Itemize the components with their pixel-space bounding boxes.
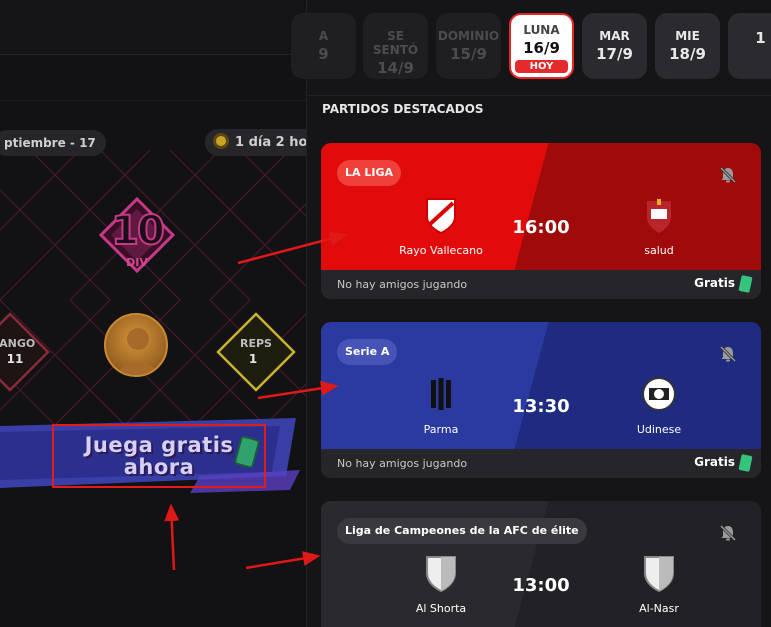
date-day: A <box>318 29 329 43</box>
play-free-line2: ahora <box>123 455 195 479</box>
date-day: SE SENTÓ <box>372 29 419 57</box>
kickoff-time: 13:00 <box>512 575 570 596</box>
date-tab-3[interactable]: LUNA 16/9 HOY <box>509 13 574 79</box>
matches-panel: A 9 SE SENTÓ 14/9 DOMINIO 15/9 LUNA 16/9 HOY MAR 1… <box>291 0 771 627</box>
play-free-line1: Juega gratis <box>84 433 234 457</box>
kickoff-time: 16:00 <box>512 217 570 238</box>
date-day: DOMINIO <box>437 29 500 43</box>
price-label: Gratis <box>694 276 735 290</box>
price-label: Gratis <box>694 455 735 469</box>
timer-text: 1 día 2 hor <box>235 135 306 150</box>
date-tab-1[interactable]: SE SENTÓ 14/9 <box>363 13 428 79</box>
rank-value: 11 <box>6 352 24 366</box>
app-root: ptiembre - 17 1 día 2 hor 10 DIV RANGO 1… <box>0 0 771 627</box>
home-team-name: Al Shorta <box>415 602 467 615</box>
away-team: Udinese <box>599 374 719 436</box>
profile-panel: ptiembre - 17 1 día 2 hor 10 DIV RANGO 1… <box>0 0 306 627</box>
home-team: Parma <box>381 374 501 436</box>
home-team-crest-icon <box>421 378 461 423</box>
away-team-name: Udinese <box>636 423 682 436</box>
home-team: Rayo Vallecano <box>381 195 501 257</box>
league-badge: LA LIGA <box>337 160 401 186</box>
league-badge: Liga de Campeones de la AFC de élite <box>337 518 587 544</box>
date-value: 1 <box>755 29 766 47</box>
match-card[interactable]: Serie A Parma 13:30 Udinese No hay amigos ju… <box>321 322 761 478</box>
home-team-name: Parma <box>423 423 459 436</box>
play-free-button[interactable]: Juega gratis ahora <box>52 424 266 488</box>
away-team-crest-icon <box>639 377 679 423</box>
date-tab-6[interactable]: 1 <box>728 13 771 79</box>
date-value: 15/9 <box>450 45 487 63</box>
ticket-icon <box>738 275 753 293</box>
reps-value: 1 <box>248 352 258 366</box>
today-badge: HOY <box>515 60 568 73</box>
ticket-icon <box>738 454 753 472</box>
friends-status: No hay amigos jugando <box>337 457 468 470</box>
clock-icon <box>213 133 229 149</box>
section-title: PARTIDOS DESTACADOS <box>322 102 484 116</box>
date-value: 18/9 <box>669 45 706 63</box>
division-number: 10 <box>110 207 166 255</box>
league-badge: Serie A <box>337 339 398 365</box>
match-card-header: LA LIGA Rayo Vallecano 16:00 salud <box>321 143 761 270</box>
date-value: 16/9 <box>523 39 560 57</box>
division-label: DIV <box>126 256 148 269</box>
season-timer: 1 día 2 hor <box>205 129 306 156</box>
home-team-name: Rayo Vallecano <box>399 244 483 257</box>
home-team-crest-icon <box>421 198 461 244</box>
friends-status: No hay amigos jugando <box>337 278 468 291</box>
date-value: 17/9 <box>596 45 633 63</box>
reps-label: REPS <box>240 337 272 350</box>
match-card-header: Liga de Campeones de la AFC de élite Al S… <box>321 501 761 627</box>
avatar[interactable] <box>104 313 168 377</box>
date-day: MIE <box>675 29 700 43</box>
date-tab-5[interactable]: MIE 18/9 <box>655 13 720 79</box>
away-team-crest-icon <box>639 556 679 602</box>
date-day: MAR <box>599 29 630 43</box>
match-card[interactable]: Liga de Campeones de la AFC de élite Al S… <box>321 501 761 627</box>
home-team: Al Shorta <box>381 553 501 615</box>
date-tab-2[interactable]: DOMINIO 15/9 <box>436 13 501 79</box>
away-team-name: Al-Nasr <box>639 602 679 615</box>
away-team: Al-Nasr <box>599 553 719 615</box>
away-team-crest-icon <box>639 199 679 244</box>
kickoff-time: 13:30 <box>512 396 570 417</box>
away-team-name: salud <box>644 244 674 257</box>
match-card-footer: No hay amigos jugando Gratis <box>321 449 761 478</box>
season-range-badge: ptiembre - 17 <box>0 130 106 156</box>
date-selector: A 9 SE SENTÓ 14/9 DOMINIO 15/9 LUNA 16/9 HOY MAR 1… <box>291 13 771 79</box>
date-value: 14/9 <box>377 59 414 77</box>
date-tab-4[interactable]: MAR 17/9 <box>582 13 647 79</box>
date-value: 9 <box>318 45 329 63</box>
left-topbar <box>0 0 306 55</box>
rank-label: RANGO <box>0 337 36 350</box>
date-tab-0[interactable]: A9 <box>291 13 356 79</box>
away-team: salud <box>599 195 719 257</box>
date-day: LUNA <box>523 23 560 37</box>
home-team-crest-icon <box>421 556 461 602</box>
section-divider <box>307 95 771 96</box>
divider <box>0 100 306 101</box>
match-card[interactable]: LA LIGA Rayo Vallecano 16:00 salud No hay am… <box>321 143 761 299</box>
match-card-footer: No hay amigos jugando Gratis <box>321 270 761 299</box>
match-card-header: Serie A Parma 13:30 Udinese <box>321 322 761 449</box>
